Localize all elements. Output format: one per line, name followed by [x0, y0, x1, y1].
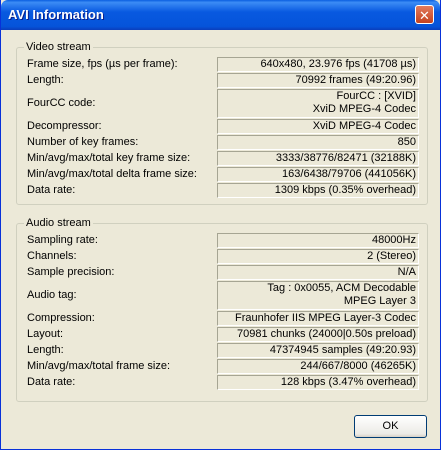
row-label: Min/avg/max/total frame size:: [27, 360, 171, 372]
row-label: Length:: [27, 74, 64, 86]
row-label: FourCC code:: [27, 97, 96, 109]
row-label: Audio tag:: [27, 289, 77, 301]
avi-information-dialog: AVI Information ✕ Video stream Frame siz…: [0, 0, 441, 450]
row-value: 163/6438/79706 (441056K): [217, 167, 419, 182]
row-value: Fraunhofer IIS MPEG Layer-3 Codec: [217, 311, 419, 326]
title-bar[interactable]: AVI Information ✕: [1, 0, 440, 30]
row-value: 244/667/8000 (46265K): [217, 359, 419, 374]
row-label: Length:: [27, 344, 64, 356]
row-value: 48000Hz: [217, 233, 419, 248]
row-label: Layout:: [27, 328, 64, 340]
audio-stream-heading: Audio stream: [24, 217, 93, 230]
row-value: 640x480, 23.976 fps (41708 µs): [217, 57, 419, 72]
row-label: Sampling rate:: [27, 234, 98, 246]
row-value: 3333/38776/82471 (32188K): [217, 151, 419, 166]
row-label: Sample precision:: [27, 266, 115, 278]
close-icon[interactable]: ✕: [415, 5, 434, 24]
row-value: Tag : 0x0055, ACM Decodable MPEG Layer 3: [217, 281, 419, 310]
row-value: XviD MPEG-4 Codec: [217, 119, 419, 134]
video-stream-group: Video stream Frame size, fps (µs per fra…: [16, 41, 428, 205]
row-label: Data rate:: [27, 184, 76, 196]
row-label: Frame size, fps (µs per frame):: [27, 58, 178, 70]
row-value: 128 kbps (3.47% overhead): [217, 375, 419, 390]
row-value: 47374945 samples (49:20.93): [217, 343, 419, 358]
row-label: Min/avg/max/total key frame size:: [27, 152, 191, 164]
row-label: Channels:: [27, 250, 77, 262]
video-stream-heading: Video stream: [24, 41, 93, 54]
row-value: N/A: [217, 265, 419, 280]
row-label: Data rate:: [27, 376, 76, 388]
row-label: Compression:: [27, 312, 95, 324]
row-value: 70981 chunks (24000|0.50s preload): [217, 327, 419, 342]
row-value: 850: [217, 135, 419, 150]
ok-button[interactable]: OK: [354, 415, 427, 438]
audio-stream-group: Audio stream Sampling rate: 48000Hz Chan…: [16, 217, 428, 402]
row-value: 2 (Stereo): [217, 249, 419, 264]
row-value: 1309 kbps (0.35% overhead): [217, 183, 419, 198]
row-value: 70992 frames (49:20.96): [217, 73, 419, 88]
row-label: Decompressor:: [27, 120, 102, 132]
window-title: AVI Information: [8, 7, 104, 22]
row-label: Min/avg/max/total delta frame size:: [27, 168, 197, 180]
row-value: FourCC : [XVID] XviD MPEG-4 Codec: [217, 89, 419, 118]
row-label: Number of key frames:: [27, 136, 139, 148]
